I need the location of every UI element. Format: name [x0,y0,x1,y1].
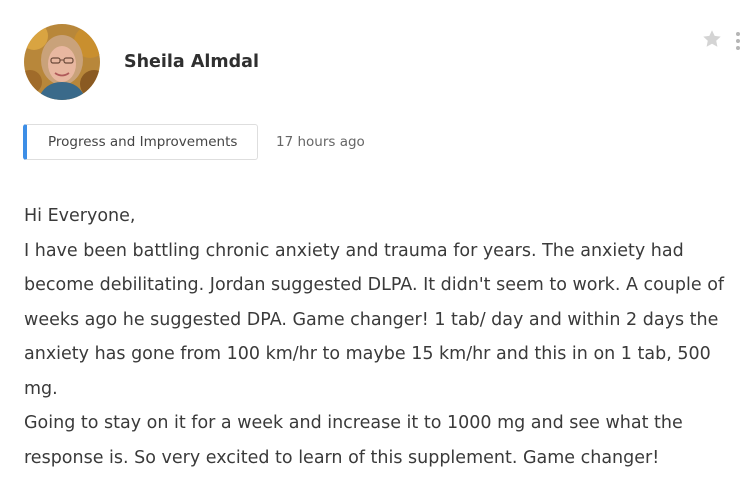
post-paragraph: Hi Everyone, [24,206,136,226]
author-avatar[interactable] [24,24,100,100]
post-card: Sheila Almdal Progress and Improvements … [0,0,744,485]
post-timestamp: 17 hours ago [276,134,365,150]
post-paragraph: I have been battling chronic anxiety and… [24,240,725,399]
category-label: Progress and Improvements [48,134,238,150]
star-icon[interactable] [701,28,723,50]
more-vertical-icon[interactable] [734,31,742,51]
post-body: Hi Everyone, I have been battling chroni… [24,199,740,475]
post-paragraph: Going to stay on it for a week and incre… [24,413,683,468]
category-tag[interactable]: Progress and Improvements [23,124,258,160]
author-name[interactable]: Sheila Almdal [124,51,259,73]
